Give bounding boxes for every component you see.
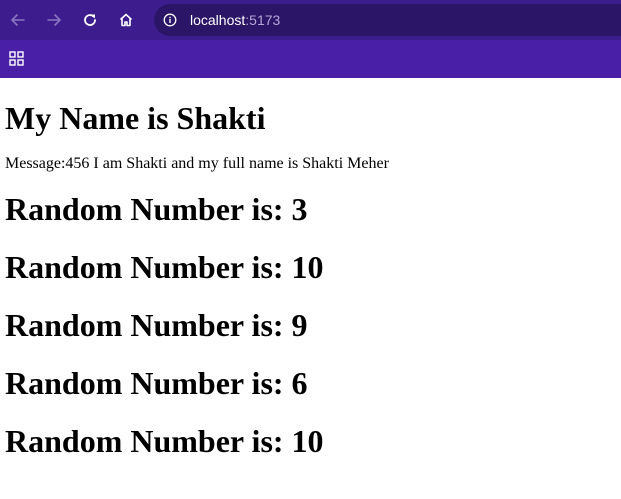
- reload-button[interactable]: [78, 8, 102, 32]
- random-number-heading: Random Number is: 3: [5, 191, 308, 227]
- random-number-heading: Random Number is: 9: [5, 307, 308, 343]
- site-info-button[interactable]: [160, 10, 180, 30]
- arrow-right-icon: [47, 14, 61, 26]
- home-icon: [119, 13, 133, 27]
- reload-icon: [84, 14, 96, 26]
- forward-button[interactable]: [42, 8, 66, 32]
- arrow-left-icon: [11, 14, 25, 26]
- bookmarks-bar: [0, 40, 621, 78]
- page-heading: My Name is Shakti: [5, 100, 266, 136]
- url-text: localhost:5173: [190, 12, 280, 28]
- browser-chrome: localhost:5173: [0, 0, 621, 78]
- message-text: Message:456 I am Shakti and my full name…: [5, 155, 389, 172]
- page-content: My Name is Shakti Message:456 I am Shakt…: [0, 99, 621, 460]
- apps-button[interactable]: [8, 50, 26, 68]
- apps-grid-icon: [9, 51, 24, 66]
- browser-toolbar: localhost:5173: [0, 0, 621, 40]
- random-number-heading: Random Number is: 10: [5, 249, 324, 285]
- info-icon: [163, 13, 177, 27]
- back-button[interactable]: [6, 8, 30, 32]
- random-number-heading: Random Number is: 10: [5, 423, 324, 459]
- url-host: localhost: [190, 12, 246, 28]
- random-number-list: Random Number is: 3 Random Number is: 10…: [5, 190, 616, 460]
- address-bar[interactable]: localhost:5173: [154, 4, 621, 36]
- home-button[interactable]: [114, 8, 138, 32]
- random-number-heading: Random Number is: 6: [5, 365, 308, 401]
- url-port: :5173: [245, 12, 281, 28]
